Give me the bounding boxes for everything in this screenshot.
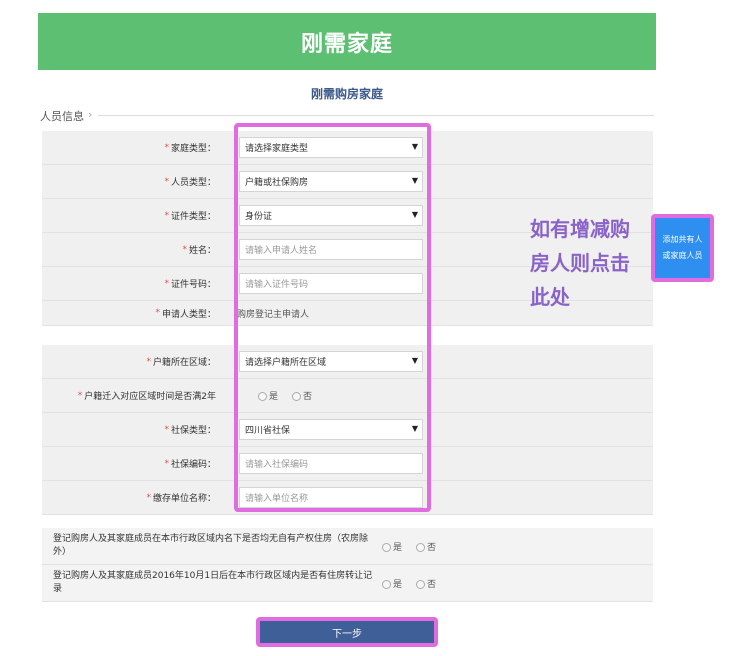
field-label: 户籍所在区域： bbox=[152, 358, 216, 368]
question-row-transfer-record: 登记购房人及其家庭成员2016年10月1日后在本市行政区域内是否有住房转让记录 … bbox=[42, 565, 653, 602]
annotation-text: 如有增减购 房人则点击 此处 bbox=[530, 217, 630, 309]
header-title: 刚需家庭 bbox=[300, 31, 393, 57]
question-radio-group: 是 否 bbox=[382, 528, 436, 564]
field-label: 证件类型： bbox=[170, 212, 216, 222]
radio-no[interactable]: 否 bbox=[416, 577, 436, 590]
required-star: * bbox=[164, 210, 169, 221]
field-label: 社保编码： bbox=[170, 460, 216, 470]
field-label: 申请人类型： bbox=[161, 309, 216, 320]
section-divider bbox=[98, 115, 654, 116]
field-label: 证件号码： bbox=[170, 280, 216, 290]
highlight-frame bbox=[234, 123, 431, 512]
radio-icon bbox=[382, 579, 391, 589]
radio-no[interactable]: 否 bbox=[416, 540, 436, 553]
page-header: 刚需家庭 bbox=[38, 13, 656, 70]
question-row-no-property: 登记购房人及其家庭成员在本市行政区域内名下是否均无自有产权住房（农房除外） 是 … bbox=[42, 528, 653, 565]
required-star: * bbox=[77, 390, 83, 401]
field-label: 家庭类型： bbox=[170, 144, 216, 154]
field-label: 社保类型： bbox=[170, 426, 216, 436]
required-star: * bbox=[182, 244, 187, 255]
field-label: 户籍迁入对应区域时间是否满2年 bbox=[84, 392, 216, 402]
radio-icon bbox=[382, 542, 391, 552]
next-button[interactable]: 下一步 bbox=[260, 621, 434, 643]
required-star: * bbox=[164, 458, 169, 469]
radio-icon bbox=[416, 542, 426, 552]
question-text: 登记购房人及其家庭成员在本市行政区域内名下是否均无自有产权住房（农房除外） bbox=[53, 534, 369, 557]
field-label: 人员类型： bbox=[170, 178, 216, 188]
required-star: * bbox=[164, 176, 169, 187]
add-coowner-button[interactable]: 添加共有人 或家庭人员 bbox=[655, 218, 710, 278]
question-text: 登记购房人及其家庭成员2016年10月1日后在本市行政区域内是否有住房转让记录 bbox=[53, 571, 373, 594]
form-subtitle: 刚需购房家庭 bbox=[310, 87, 383, 101]
section-title: 人员信息 bbox=[40, 110, 84, 123]
required-star: * bbox=[164, 142, 169, 153]
question-radio-group: 是 否 bbox=[382, 565, 436, 601]
required-star: * bbox=[146, 356, 151, 367]
radio-icon bbox=[416, 579, 426, 589]
field-label: 姓名： bbox=[188, 246, 216, 256]
field-label: 缴存单位名称： bbox=[152, 494, 216, 504]
required-star: * bbox=[164, 424, 169, 435]
radio-yes[interactable]: 是 bbox=[382, 577, 402, 590]
required-star: * bbox=[146, 492, 151, 503]
required-star: * bbox=[155, 308, 160, 318]
chevron-right-icon: › bbox=[88, 108, 93, 121]
radio-yes[interactable]: 是 bbox=[382, 540, 402, 553]
required-star: * bbox=[164, 278, 169, 289]
